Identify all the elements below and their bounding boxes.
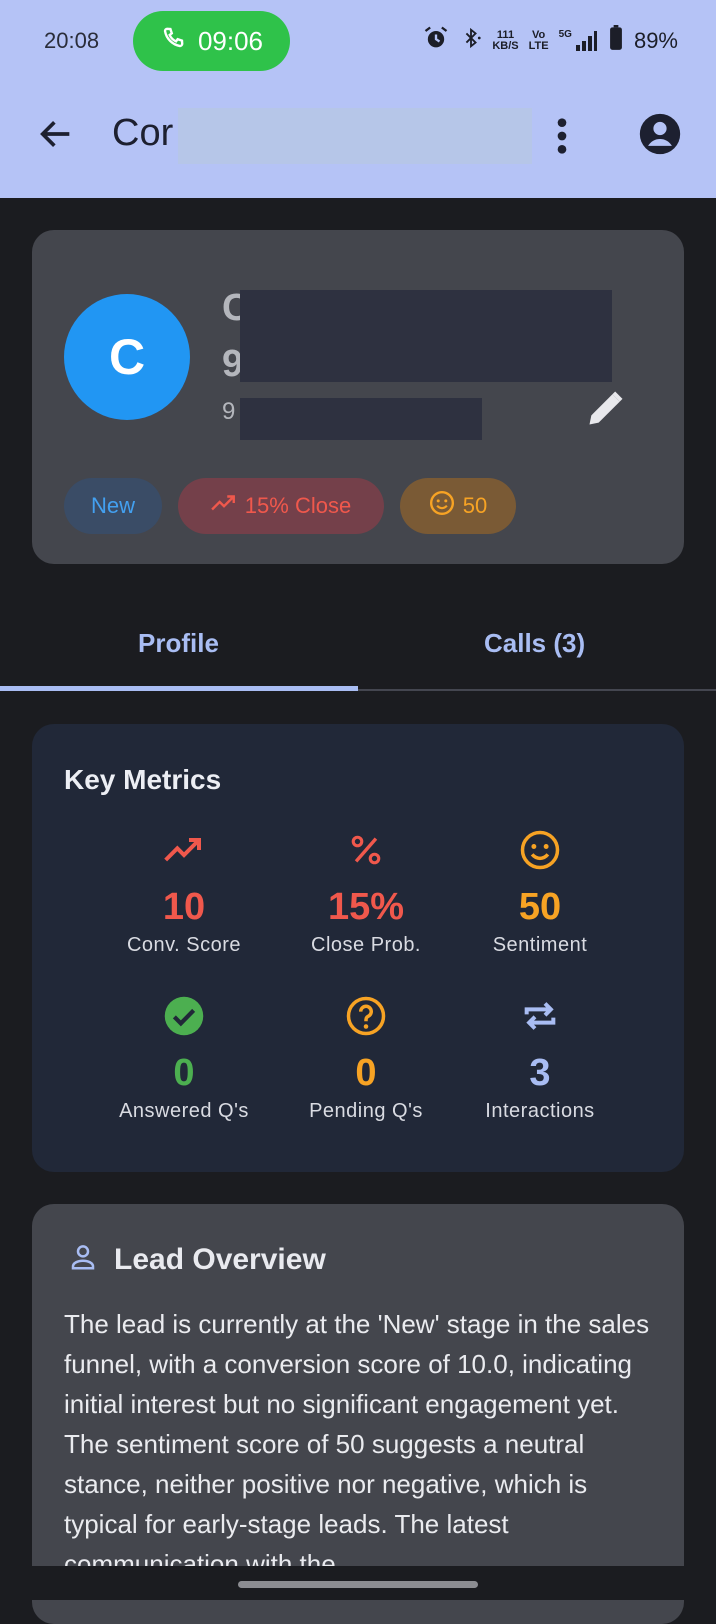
- net-speed: 111 KB/S: [492, 29, 519, 52]
- repeat-icon: [440, 994, 640, 1038]
- tab-indicator: [0, 686, 358, 691]
- avatar: C: [64, 294, 190, 420]
- status-icons: 111 KB/S Vo LTE 5G 89%: [422, 24, 678, 58]
- trending-up-icon: [211, 493, 237, 519]
- status-bar: 20:08 09:06 111 KB/S Vo LTE 5G 89%: [0, 0, 716, 84]
- tab-profile[interactable]: Profile: [138, 628, 219, 659]
- person-icon: [68, 1242, 98, 1277]
- signal-icon: 5G: [559, 29, 598, 53]
- key-metrics-card: Key Metrics 10 Conv. Score 15% Close Pro…: [32, 724, 684, 1172]
- sentiment-chip: 50: [400, 478, 516, 534]
- close-probability-chip: 15% Close: [178, 478, 384, 534]
- back-arrow-icon[interactable]: [36, 114, 76, 159]
- smiley-icon: [429, 490, 455, 522]
- call-timer: 09:06: [197, 25, 264, 56]
- smiley-icon: [440, 828, 640, 872]
- redacted-phone: [240, 398, 482, 440]
- metric-conv-score: 10 Conv. Score: [84, 828, 284, 957]
- metric-sentiment: 50 Sentiment: [440, 828, 640, 957]
- metric-close-prob: 15% Close Prob.: [266, 828, 466, 957]
- lead-overview-title: Lead Overview: [114, 1242, 326, 1276]
- metric-interactions: 3 Interactions: [440, 994, 640, 1123]
- question-circle-icon: [266, 994, 466, 1038]
- tab-bar: Profile Calls (3): [0, 610, 716, 694]
- status-time: 20:08: [44, 28, 100, 53]
- lead-overview-text: The lead is currently at the 'New' stage…: [64, 1309, 650, 1579]
- metric-answered: 0 Answered Q's: [84, 994, 284, 1123]
- phone-icon: [160, 25, 186, 58]
- tab-calls[interactable]: Calls (3): [484, 628, 585, 659]
- lead-profile-card: C C 9 9 New 15% Close 50: [32, 230, 684, 564]
- battery-percent: 89%: [633, 28, 678, 53]
- lead-overview-card: Lead Overview The lead is currently at t…: [32, 1204, 684, 1624]
- key-metrics-title: Key Metrics: [64, 764, 222, 795]
- home-gesture-handle[interactable]: [238, 1581, 478, 1588]
- lead-overview-header: Lead Overview: [68, 1242, 326, 1277]
- stage-chip: New: [64, 478, 162, 534]
- redacted-title: [178, 108, 532, 164]
- edit-pencil-icon[interactable]: [584, 386, 628, 435]
- bluetooth-icon: [460, 25, 482, 57]
- volte-indicator: Vo LTE: [528, 29, 549, 52]
- page-title: Cor: [112, 112, 174, 154]
- percent-icon: [266, 828, 466, 872]
- redacted-name: [240, 290, 612, 382]
- app-bar: Cor: [0, 84, 716, 198]
- account-icon[interactable]: [638, 112, 682, 161]
- lead-phone: 9: [222, 398, 236, 425]
- trending-up-icon: [84, 828, 284, 872]
- battery-icon: [608, 25, 624, 57]
- check-circle-icon: [84, 994, 284, 1038]
- alarm-icon: [422, 24, 450, 58]
- metric-pending: 0 Pending Q's: [266, 994, 466, 1123]
- ongoing-call-pill[interactable]: 09:06: [133, 11, 290, 71]
- more-options-icon[interactable]: [552, 116, 572, 161]
